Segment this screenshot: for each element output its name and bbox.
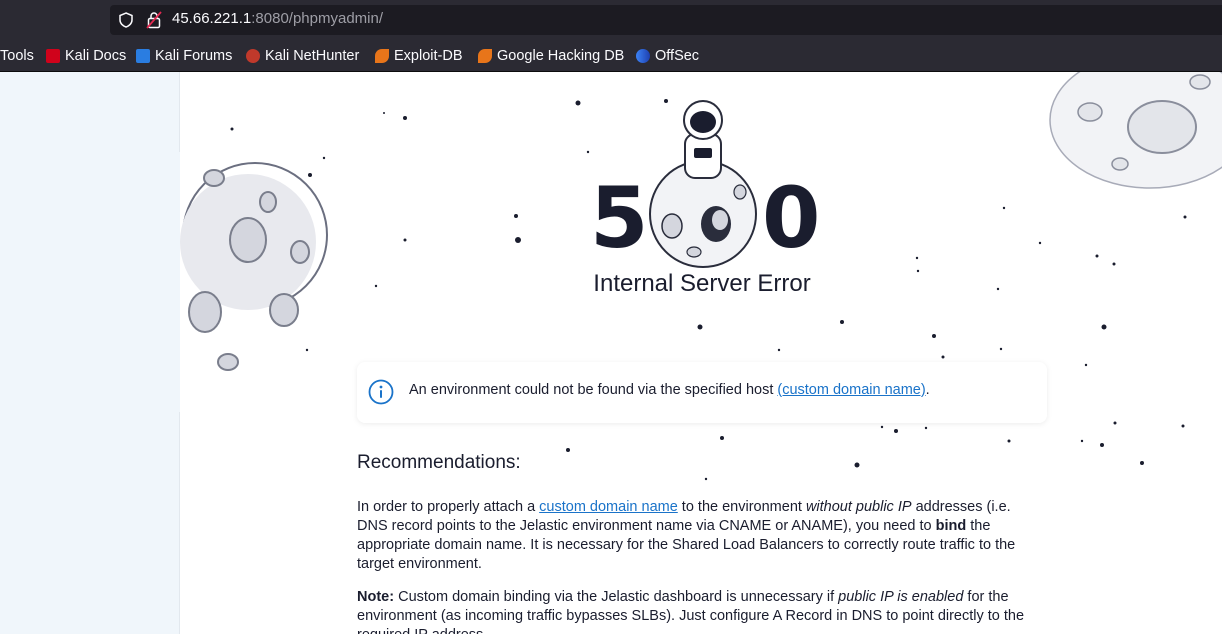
p1-text-a: In order to properly attach a [357, 499, 540, 515]
recommendation-paragraph-note: Note: Custom domain binding via the Jela… [357, 588, 1037, 634]
page-viewport: 5 0 Internal Server Error An environment… [0, 72, 1222, 634]
bookmark-kali-docs[interactable]: Kali Docs [46, 47, 126, 65]
bookmark-ghdb[interactable]: Google Hacking DB [478, 47, 624, 65]
bookmark-label: Google Hacking DB [497, 48, 625, 64]
bookmark-kali-nethunter[interactable]: Kali NetHunter [246, 47, 359, 65]
bookmark-exploit-db[interactable]: Exploit-DB [375, 47, 463, 65]
custom-domain-name-link[interactable]: (custom domain name) [777, 382, 925, 398]
p2-text-a: Custom domain binding via the Jelastic d… [394, 589, 839, 605]
url-text[interactable]: 45.66.221.1:8080/phpmyadmin/ [172, 10, 383, 27]
custom-domain-name-doc-link[interactable]: custom domain name [539, 499, 678, 515]
kali-docs-icon [46, 49, 60, 63]
tracking-shield-icon[interactable] [118, 12, 134, 28]
error-code-digit-left: 5 [590, 169, 649, 267]
bookmark-label: Exploit-DB [394, 48, 463, 64]
recommendation-paragraph-1: In order to properly attach a custom dom… [357, 498, 1037, 574]
bookmark-label: Kali Forums [155, 48, 233, 64]
url-bar-row: 45.66.221.1:8080/phpmyadmin/ [0, 0, 1222, 40]
recommendations-heading: Recommendations: [357, 452, 521, 473]
info-alert: An environment could not be found via th… [357, 362, 1047, 423]
info-message: An environment could not be found via th… [409, 382, 930, 398]
p1-text-b: to the environment [677, 499, 806, 515]
bookmarks-toolbar: Tools Kali Docs Kali Forums Kali NetHunt… [0, 40, 1222, 72]
bookmark-kali-forums[interactable]: Kali Forums [136, 47, 232, 65]
bookmark-label: Kali Docs [65, 48, 127, 64]
right-moon-illustration [1049, 72, 1222, 189]
kali-forums-icon [136, 49, 150, 63]
kali-nethunter-icon [246, 49, 260, 63]
bookmark-label: Kali NetHunter [265, 48, 360, 64]
error-title: Internal Server Error [593, 270, 811, 297]
left-moon-illustration [150, 152, 328, 412]
note-label: Note: [357, 589, 395, 605]
bookmark-tools[interactable]: Tools [0, 47, 34, 65]
url-host: 45.66.221.1 [172, 10, 252, 27]
info-icon [368, 379, 394, 405]
bookmark-offsec[interactable]: OffSec [636, 47, 699, 65]
bookmark-label: Tools [0, 48, 34, 64]
offsec-icon [636, 49, 650, 63]
p1-bold: bind [935, 518, 967, 534]
p1-emphasis: without public IP [805, 499, 912, 515]
exploit-db-icon [375, 49, 389, 63]
info-tail: . [925, 382, 930, 398]
ghdb-icon [478, 49, 492, 63]
url-path: :8080/phpmyadmin/ [251, 10, 383, 27]
insecure-lock-icon[interactable] [146, 11, 162, 29]
error-code-digit-right: 0 [762, 169, 821, 267]
bookmark-label: OffSec [655, 48, 700, 64]
p2-emphasis: public IP is enabled [838, 589, 964, 605]
astronaut-on-asteroid-illustration [649, 100, 757, 268]
info-text: An environment could not be found via th… [409, 382, 778, 398]
